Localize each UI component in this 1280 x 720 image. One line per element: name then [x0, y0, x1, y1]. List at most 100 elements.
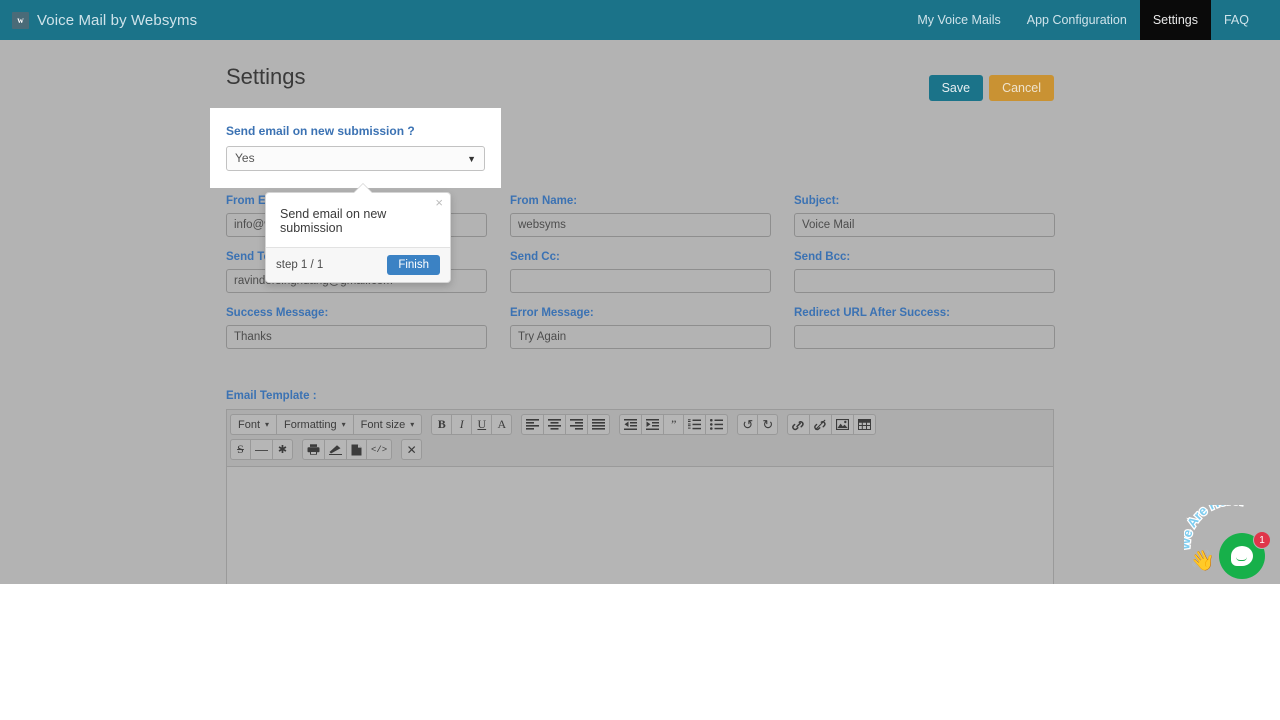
app-page: w Voice Mail by Websyms My Voice Mails A…	[0, 0, 1280, 584]
toolbar-group-text-style: B I U A	[431, 414, 513, 435]
editor-toolbar: Font ▾ Formatting ▾ Font size ▾ B I U A	[227, 410, 1053, 467]
highlight-card: Send email on new submission ? Yes ▼	[210, 108, 501, 188]
align-justify-icon[interactable]	[587, 414, 611, 435]
brand-title: Voice Mail by Websyms	[37, 11, 198, 29]
nav-links: My Voice Mails App Configuration Setting…	[904, 0, 1280, 40]
send-email-select[interactable]: Yes ▼	[226, 146, 485, 171]
code-view-icon[interactable]: </>	[366, 439, 393, 460]
from-name-input[interactable]	[510, 213, 771, 237]
page-actions: Save Cancel	[928, 75, 1054, 101]
error-message-input[interactable]	[510, 325, 771, 349]
nav-item-my-voice-mails[interactable]: My Voice Mails	[904, 0, 1013, 40]
finish-button[interactable]: Finish	[387, 255, 440, 275]
toolbar-group-extra-style: S — ✱	[230, 439, 293, 460]
brand-logo-icon: w	[12, 11, 29, 29]
popover-step-indicator: step 1 / 1	[276, 259, 324, 271]
align-center-icon[interactable]	[543, 414, 567, 435]
popover-title: Send email on new submission	[280, 207, 387, 235]
chevron-down-icon: ▼	[467, 154, 476, 164]
unlink-icon[interactable]	[809, 414, 833, 435]
field-success-message: Success Message:	[226, 307, 487, 349]
indent-icon[interactable]	[641, 414, 665, 435]
chevron-down-icon: ▾	[410, 420, 415, 429]
nav-item-app-configuration[interactable]: App Configuration	[1014, 0, 1140, 40]
editor-toolbar-row-1: Font ▾ Formatting ▾ Font size ▾ B I U A	[230, 414, 1050, 435]
field-label: Error Message:	[510, 307, 594, 319]
top-navbar: w Voice Mail by Websyms My Voice Mails A…	[0, 0, 1280, 40]
toolbar-group-insert	[787, 414, 877, 435]
align-left-icon[interactable]	[521, 414, 545, 435]
font-color-icon[interactable]: A	[491, 414, 513, 435]
field-label: Send Bcc:	[794, 251, 851, 263]
form-row: Success Message: Error Message: Redirect…	[226, 307, 1055, 349]
toolbar-group-lists: ”	[619, 414, 729, 435]
rich-text-editor: Font ▾ Formatting ▾ Font size ▾ B I U A	[226, 409, 1054, 584]
field-from-name: From Name:	[510, 195, 771, 237]
underline-icon[interactable]: U	[471, 414, 493, 435]
send-bcc-input[interactable]	[794, 269, 1055, 293]
fullscreen-icon[interactable]: ✕	[401, 439, 423, 460]
toolbar-group-alignment	[521, 414, 611, 435]
blockquote-icon[interactable]: ”	[663, 414, 685, 435]
ordered-list-icon[interactable]	[683, 414, 707, 435]
page-title: Settings	[226, 64, 306, 89]
undo-icon[interactable]: ↺	[737, 414, 759, 435]
outdent-icon[interactable]	[619, 414, 643, 435]
formatting-dropdown-label: Formatting	[284, 418, 337, 431]
waving-hand-icon: 👋	[1190, 550, 1215, 572]
chevron-down-icon: ▾	[265, 420, 270, 429]
formatting-dropdown[interactable]: Formatting ▾	[276, 414, 354, 435]
cancel-button[interactable]: Cancel	[989, 75, 1054, 101]
brand[interactable]: w Voice Mail by Websyms	[0, 11, 198, 29]
unordered-list-icon[interactable]	[705, 414, 729, 435]
strikethrough-icon[interactable]: S	[230, 439, 251, 460]
toolbar-group-history: ↺ ↻	[737, 414, 779, 435]
tour-popover: × Send email on new submission step 1 / …	[265, 184, 451, 283]
email-template-section: Email Template : Font ▾ Formatting ▾ Font …	[226, 390, 1054, 584]
print-icon[interactable]	[302, 439, 325, 460]
field-error-message: Error Message:	[510, 307, 771, 349]
toolbar-group-fullscreen: ✕	[401, 439, 423, 460]
popover-arrow	[354, 184, 372, 193]
speech-bubble-glyph	[1231, 546, 1253, 566]
send-cc-input[interactable]	[510, 269, 771, 293]
align-right-icon[interactable]	[565, 414, 589, 435]
font-dropdown-label: Font	[238, 418, 261, 431]
redo-icon[interactable]: ↻	[757, 414, 779, 435]
field-label: Subject:	[794, 195, 840, 207]
field-label: Redirect URL After Success:	[794, 307, 950, 319]
popover-body: × Send email on new submission	[266, 193, 450, 247]
chat-widget[interactable]: We Are Here! 👋 1	[1184, 505, 1280, 584]
italic-icon[interactable]: I	[451, 414, 473, 435]
image-icon[interactable]	[831, 414, 855, 435]
font-size-dropdown[interactable]: Font size ▾	[352, 414, 423, 435]
popover-footer: step 1 / 1 Finish	[266, 247, 450, 282]
bold-icon[interactable]: B	[431, 414, 453, 435]
field-label: Send Cc:	[510, 251, 560, 263]
editor-toolbar-row-2: S — ✱ </> ✕	[230, 439, 1050, 460]
nav-item-settings[interactable]: Settings	[1139, 0, 1211, 40]
font-size-dropdown-label: Font size	[360, 418, 406, 431]
horizontal-rule-icon[interactable]: —	[250, 439, 273, 460]
save-button[interactable]: Save	[928, 75, 984, 101]
clear-formatting-icon[interactable]	[324, 439, 347, 460]
field-redirect-url: Redirect URL After Success:	[794, 307, 1055, 349]
send-email-selected-value: Yes	[235, 151, 255, 165]
page-break-icon[interactable]	[346, 439, 367, 460]
field-send-cc: Send Cc:	[510, 251, 771, 293]
close-icon[interactable]: ×	[435, 196, 443, 209]
subject-input[interactable]	[794, 213, 1055, 237]
link-icon[interactable]	[787, 414, 811, 435]
toolbar-group-dropdowns: Font ▾ Formatting ▾ Font size ▾	[230, 414, 423, 435]
redirect-url-input[interactable]	[794, 325, 1055, 349]
editor-content-area[interactable]	[227, 467, 1053, 584]
special-character-icon[interactable]: ✱	[272, 439, 293, 460]
send-email-label: Send email on new submission ?	[226, 124, 415, 138]
font-dropdown[interactable]: Font ▾	[230, 414, 278, 435]
nav-item-faq[interactable]: FAQ	[1211, 0, 1262, 40]
chat-unread-badge: 1	[1253, 531, 1271, 549]
success-message-input[interactable]	[226, 325, 487, 349]
table-icon[interactable]	[853, 414, 877, 435]
email-template-label: Email Template :	[226, 390, 317, 402]
toolbar-group-tools: </>	[302, 439, 393, 460]
